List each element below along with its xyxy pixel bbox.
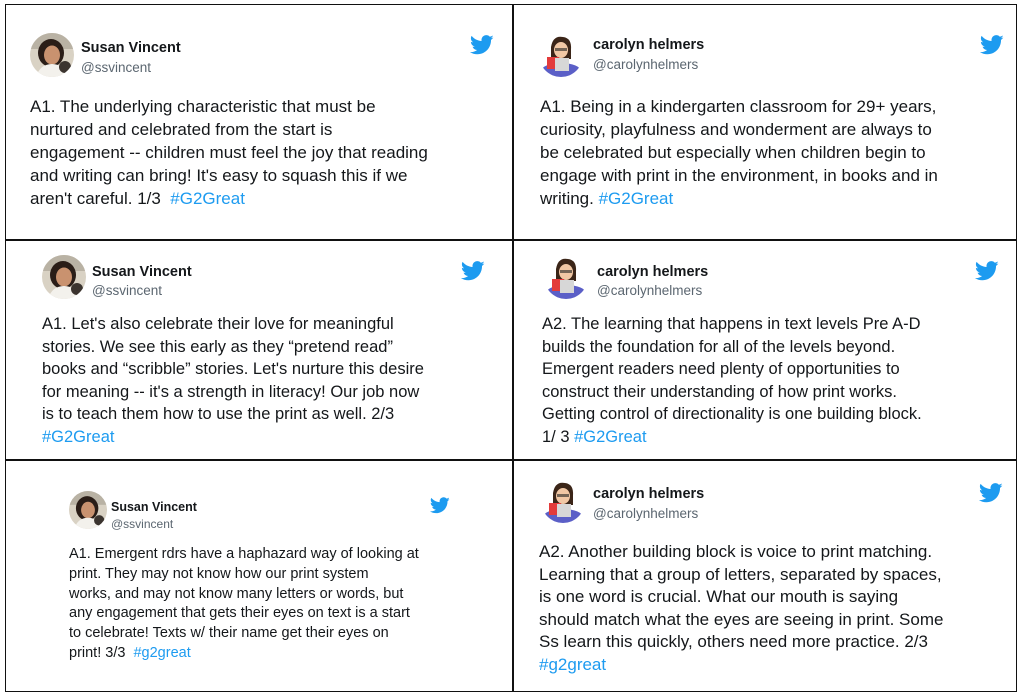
tweet-line: be celebrated but especially when childr… [540,143,926,162]
tweet-line: engagement -- children must feel the joy… [30,143,428,162]
tweet-text: A1. Emergent rdrs have a haphazard way o… [69,545,419,664]
twitter-bird-icon[interactable] [979,35,1004,60]
avatar[interactable] [544,255,588,299]
twitter-bird-icon[interactable] [978,483,1003,508]
hashtag-link[interactable]: #g2great [133,645,190,661]
tweet-line: Ss learn this quickly, others need more … [539,632,928,651]
hashtag-link[interactable]: #G2Great [574,428,646,446]
tweet-line: nurtured and celebrated from the start i… [30,120,333,139]
tweet-line: construct their understanding of how pri… [542,382,897,401]
tweet-card: carolyn helmers @carolynhelmers A2. Anot… [513,461,1018,691]
tweet-card: Susan Vincent @ssvincent A1. Emergent rd… [6,461,512,691]
author-name[interactable]: Susan Vincent [92,264,192,280]
tweet-line: A1. Let's also celebrate their love for … [42,315,394,333]
tweet-line: Emergent readers need plenty of opportun… [542,360,900,378]
tweet-card: Susan Vincent @ssvincent A1. Let's also … [6,241,512,459]
tweet-text: A2. Another building block is voice to p… [539,541,943,676]
avatar[interactable] [30,33,74,77]
tweet-line: A1. Emergent rdrs have a haphazard way o… [69,546,419,562]
tweet-line: and writing can bring! It's easy to squa… [30,166,408,185]
tweet-line: is one word is crucial. What our mouth i… [539,587,899,606]
tweet-line: is to teach them how to use the print as… [42,405,395,423]
hashtag-link[interactable]: #G2Great [170,189,245,208]
author-handle[interactable]: @ssvincent [92,283,162,298]
author-handle[interactable]: @carolynhelmers [593,57,698,72]
tweet-line: to celebrate! Texts w/ their name get th… [69,625,389,642]
tweet-line: Getting control of directionality is one… [542,405,922,423]
hashtag-link[interactable]: #G2Great [42,428,114,446]
tweet-line: A2. The learning that happens in text le… [542,315,921,333]
author-name[interactable]: Susan Vincent [81,40,181,56]
avatar[interactable] [42,255,86,299]
tweet-text: A1. Let's also celebrate their love for … [42,313,424,448]
tweet-line: writing. [540,189,599,208]
tweet-text: A2. The learning that happens in text le… [542,313,922,448]
avatar[interactable] [69,491,107,529]
tweet-line: A1. Being in a kindergarten classroom fo… [540,97,937,116]
tweet-text: A1. The underlying characteristic that m… [30,95,428,210]
tweet-line: curiosity, playfulness and wonderment ar… [540,120,932,139]
tweet-card: carolyn helmers @carolynhelmers A2. The … [513,241,1018,459]
author-handle[interactable]: @ssvincent [81,60,151,75]
author-handle[interactable]: @carolynhelmers [597,283,702,298]
author-handle[interactable]: @ssvincent [111,517,173,531]
author-handle[interactable]: @carolynhelmers [593,506,698,521]
tweet-line: print. They may not know how our print s… [69,565,369,582]
avatar[interactable] [541,479,585,523]
tweet-line: stories. We see this early as they “pret… [42,337,393,356]
tweet-line: books and “scribble” stories. Let's nurt… [42,360,424,378]
twitter-bird-icon[interactable] [429,497,450,519]
twitter-bird-icon[interactable] [469,35,494,60]
divider [512,5,514,691]
tweet-line: builds the foundation for all of the lev… [542,337,896,356]
tweet-line: 1/ 3 [542,427,575,446]
tweet-line: print! 3/3 [69,644,134,661]
hashtag-link[interactable]: #G2Great [599,189,674,208]
tweet-line: for meaning -- it's a strength in litera… [42,382,420,401]
tweet-line: A2. Another building block is voice to p… [539,542,933,561]
tweet-card: carolyn helmers @carolynhelmers A1. Bein… [513,5,1018,239]
author-name[interactable]: carolyn helmers [593,37,704,53]
tweet-line: any engagement that gets their eyes on t… [69,605,410,622]
author-name[interactable]: Susan Vincent [111,500,197,514]
author-name[interactable]: carolyn helmers [593,486,704,502]
tweet-line: Learning that a group of letters, separa… [539,564,942,584]
tweet-line: engage with print in the environment, in… [540,166,938,185]
tweet-text: A1. Being in a kindergarten classroom fo… [540,95,938,210]
twitter-bird-icon[interactable] [974,261,999,286]
tweet-card: Susan Vincent @ssvincent A1. The underly… [6,5,512,239]
tweet-grid: Susan Vincent @ssvincent A1. The underly… [5,4,1017,692]
author-name[interactable]: carolyn helmers [597,264,708,280]
hashtag-link[interactable]: #g2great [539,655,606,674]
tweet-line: works, and may not know many letters or … [69,585,404,602]
tweet-line: aren't careful. 1/3 [30,189,171,208]
tweet-line: A1. The underlying characteristic that m… [30,97,376,116]
tweet-line: should match what the eyes are seeing in… [539,609,944,629]
avatar[interactable] [539,33,583,77]
twitter-bird-icon[interactable] [460,261,485,286]
